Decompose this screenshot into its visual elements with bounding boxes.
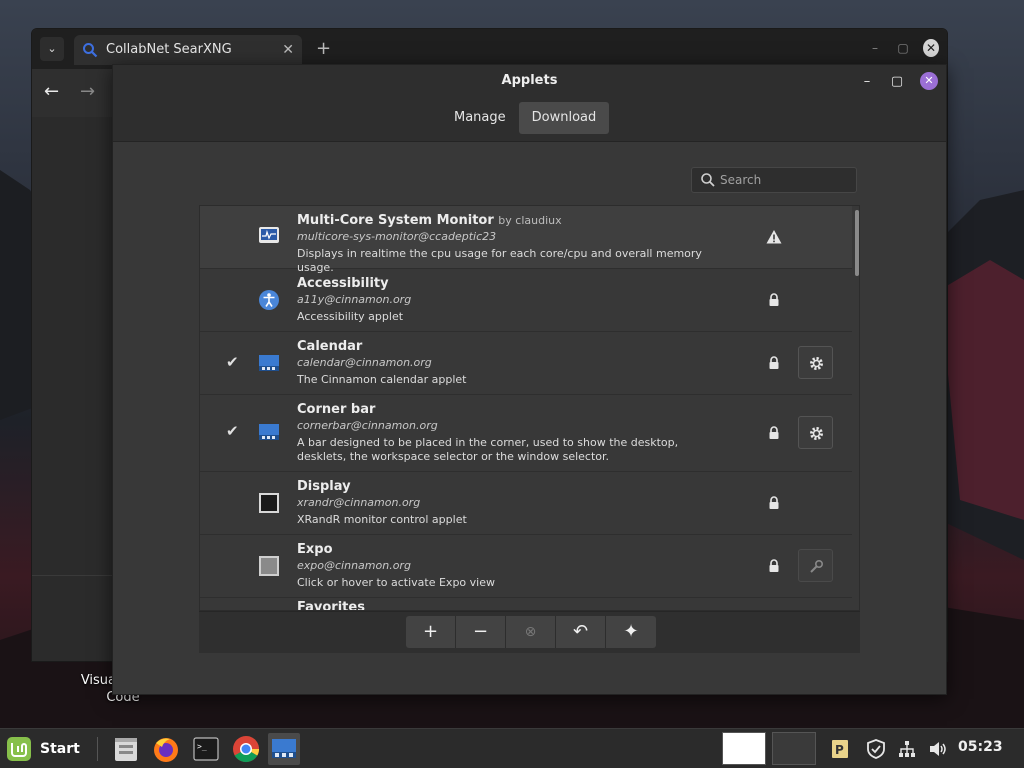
remove-button[interactable]: − [456,616,506,648]
tab-download[interactable]: Download [518,102,610,134]
lock-icon [769,293,779,306]
lock-icon [769,356,779,369]
shield-icon[interactable] [866,739,886,759]
lock-icon [769,496,779,509]
list-item[interactable]: ✔ Calendar calendar@cinnamon.org The Cin… [200,332,852,395]
tab-close-icon[interactable]: ✕ [282,35,294,65]
divider [32,575,112,576]
applet-description: The Cinnamon calendar applet [297,373,467,386]
applet-list: Multi-Core System Monitor by claudiux mu… [199,205,860,611]
mint-logo-icon [7,737,31,761]
more-applets-button[interactable]: ✦ [606,616,656,648]
applet-name: Accessibility [297,276,389,291]
applet-uuid: multicore-sys-monitor@ccadeptic23 [297,230,497,243]
applet-uuid: expo@cinnamon.org [297,559,411,572]
taskbar: Start >_ P 05:23 [0,728,1024,768]
applets-header: Applets – ▢ ✕ Manage Download [113,65,946,142]
search-input[interactable] [720,170,850,190]
start-button[interactable]: Start [6,736,80,762]
maximize-button[interactable]: ▢ [890,74,904,89]
applets-icon [272,739,296,758]
applet-name: Calendar [297,339,363,354]
add-button[interactable]: + [406,616,456,648]
search-field[interactable] [691,167,857,193]
applet-description: Accessibility applet [297,310,404,323]
file-manager-icon[interactable] [110,733,142,765]
firefox-icon[interactable] [150,733,182,765]
configure-button[interactable] [798,416,833,449]
display-icon [259,493,279,513]
wrench-icon [810,559,824,573]
list-item[interactable]: Favorites [200,598,852,611]
applet-name: Display [297,479,351,494]
applet-name: Corner bar [297,402,376,417]
parcellite-icon[interactable]: P [830,739,850,759]
scrollbar[interactable] [855,210,859,276]
chrome-icon[interactable] [230,733,262,765]
terminal-icon[interactable]: >_ [190,733,222,765]
volume-icon[interactable] [928,739,948,759]
applets-window: Applets – ▢ ✕ Manage Download Multi-Core [112,64,947,695]
list-item[interactable]: Display xrandr@cinnamon.org XRandR monit… [200,472,852,535]
lock-icon [769,559,779,572]
network-icon[interactable] [897,739,917,759]
applet-name: Multi-Core System Monitor [297,213,494,228]
lock-icon [769,426,779,439]
checkmark-icon: ✔ [226,353,239,371]
applet-name: Favorites [297,600,365,611]
list-item[interactable]: ✔ Corner bar cornerbar@cinnamon.org A ba… [200,395,852,472]
svg-text:>_: >_ [197,742,207,751]
tab-title: CollabNet SearXNG [106,42,232,57]
list-item[interactable]: Multi-Core System Monitor by claudiux mu… [200,206,852,274]
svg-text:P: P [835,743,844,757]
applet-uuid: xrandr@cinnamon.org [297,496,421,509]
back-arrow-icon[interactable]: ← [44,81,59,102]
applet-uuid: cornerbar@cinnamon.org [297,419,438,432]
list-toolbar: + − ⊗ ↶ ✦ [199,611,860,653]
list-item[interactable]: Accessibility a11y@cinnamon.org Accessib… [200,269,852,332]
checkmark-icon: ✔ [226,422,239,440]
applets-taskbar-button[interactable] [268,733,300,765]
clock[interactable]: 05:23 [958,739,1003,755]
browser-tab-bar: ⌄ CollabNet SearXNG ✕ + – ▢ ✕ [32,29,947,69]
window-title: Applets [501,73,558,88]
calendar-applet-icon [259,355,279,371]
search-icon [701,173,715,187]
applet-description: Click or hover to activate Expo view [297,576,495,589]
applet-author: by claudiux [498,214,562,227]
view-switcher: Manage Download [441,102,610,134]
divider [97,737,98,761]
expo-icon [259,556,279,576]
forward-arrow-icon[interactable]: → [80,81,95,102]
start-label: Start [40,741,80,757]
warning-icon [766,230,782,244]
cornerbar-applet-icon [259,424,279,440]
new-tab-button[interactable]: + [316,37,331,61]
search-icon [83,43,98,58]
applet-description: A bar designed to be placed in the corne… [297,436,679,463]
gear-icon [810,357,823,370]
applet-name: Expo [297,542,333,557]
minimize-button[interactable]: – [860,74,874,89]
gear-icon [810,427,823,440]
applet-description: XRandR monitor control applet [297,513,467,526]
workspace-1[interactable] [722,732,766,765]
system-monitor-icon [259,227,279,243]
applet-uuid: calendar@cinnamon.org [297,356,432,369]
browser-tab[interactable]: CollabNet SearXNG ✕ [74,35,302,65]
uninstall-button[interactable]: ⊗ [506,616,556,648]
list-item[interactable]: Expo expo@cinnamon.org Click or hover to… [200,535,852,598]
browser-minimize-button[interactable]: – [867,41,883,55]
browser-maximize-button[interactable]: ▢ [895,41,911,55]
workspace-2[interactable] [772,732,816,765]
configure-button[interactable] [798,549,833,582]
accessibility-icon [259,290,279,310]
tab-list-button[interactable]: ⌄ [40,37,64,61]
restore-button[interactable]: ↶ [556,616,606,648]
applet-uuid: a11y@cinnamon.org [297,293,412,306]
browser-close-button[interactable]: ✕ [923,39,939,57]
configure-button[interactable] [798,346,833,379]
tab-manage[interactable]: Manage [441,102,519,134]
close-button[interactable]: ✕ [920,72,938,90]
